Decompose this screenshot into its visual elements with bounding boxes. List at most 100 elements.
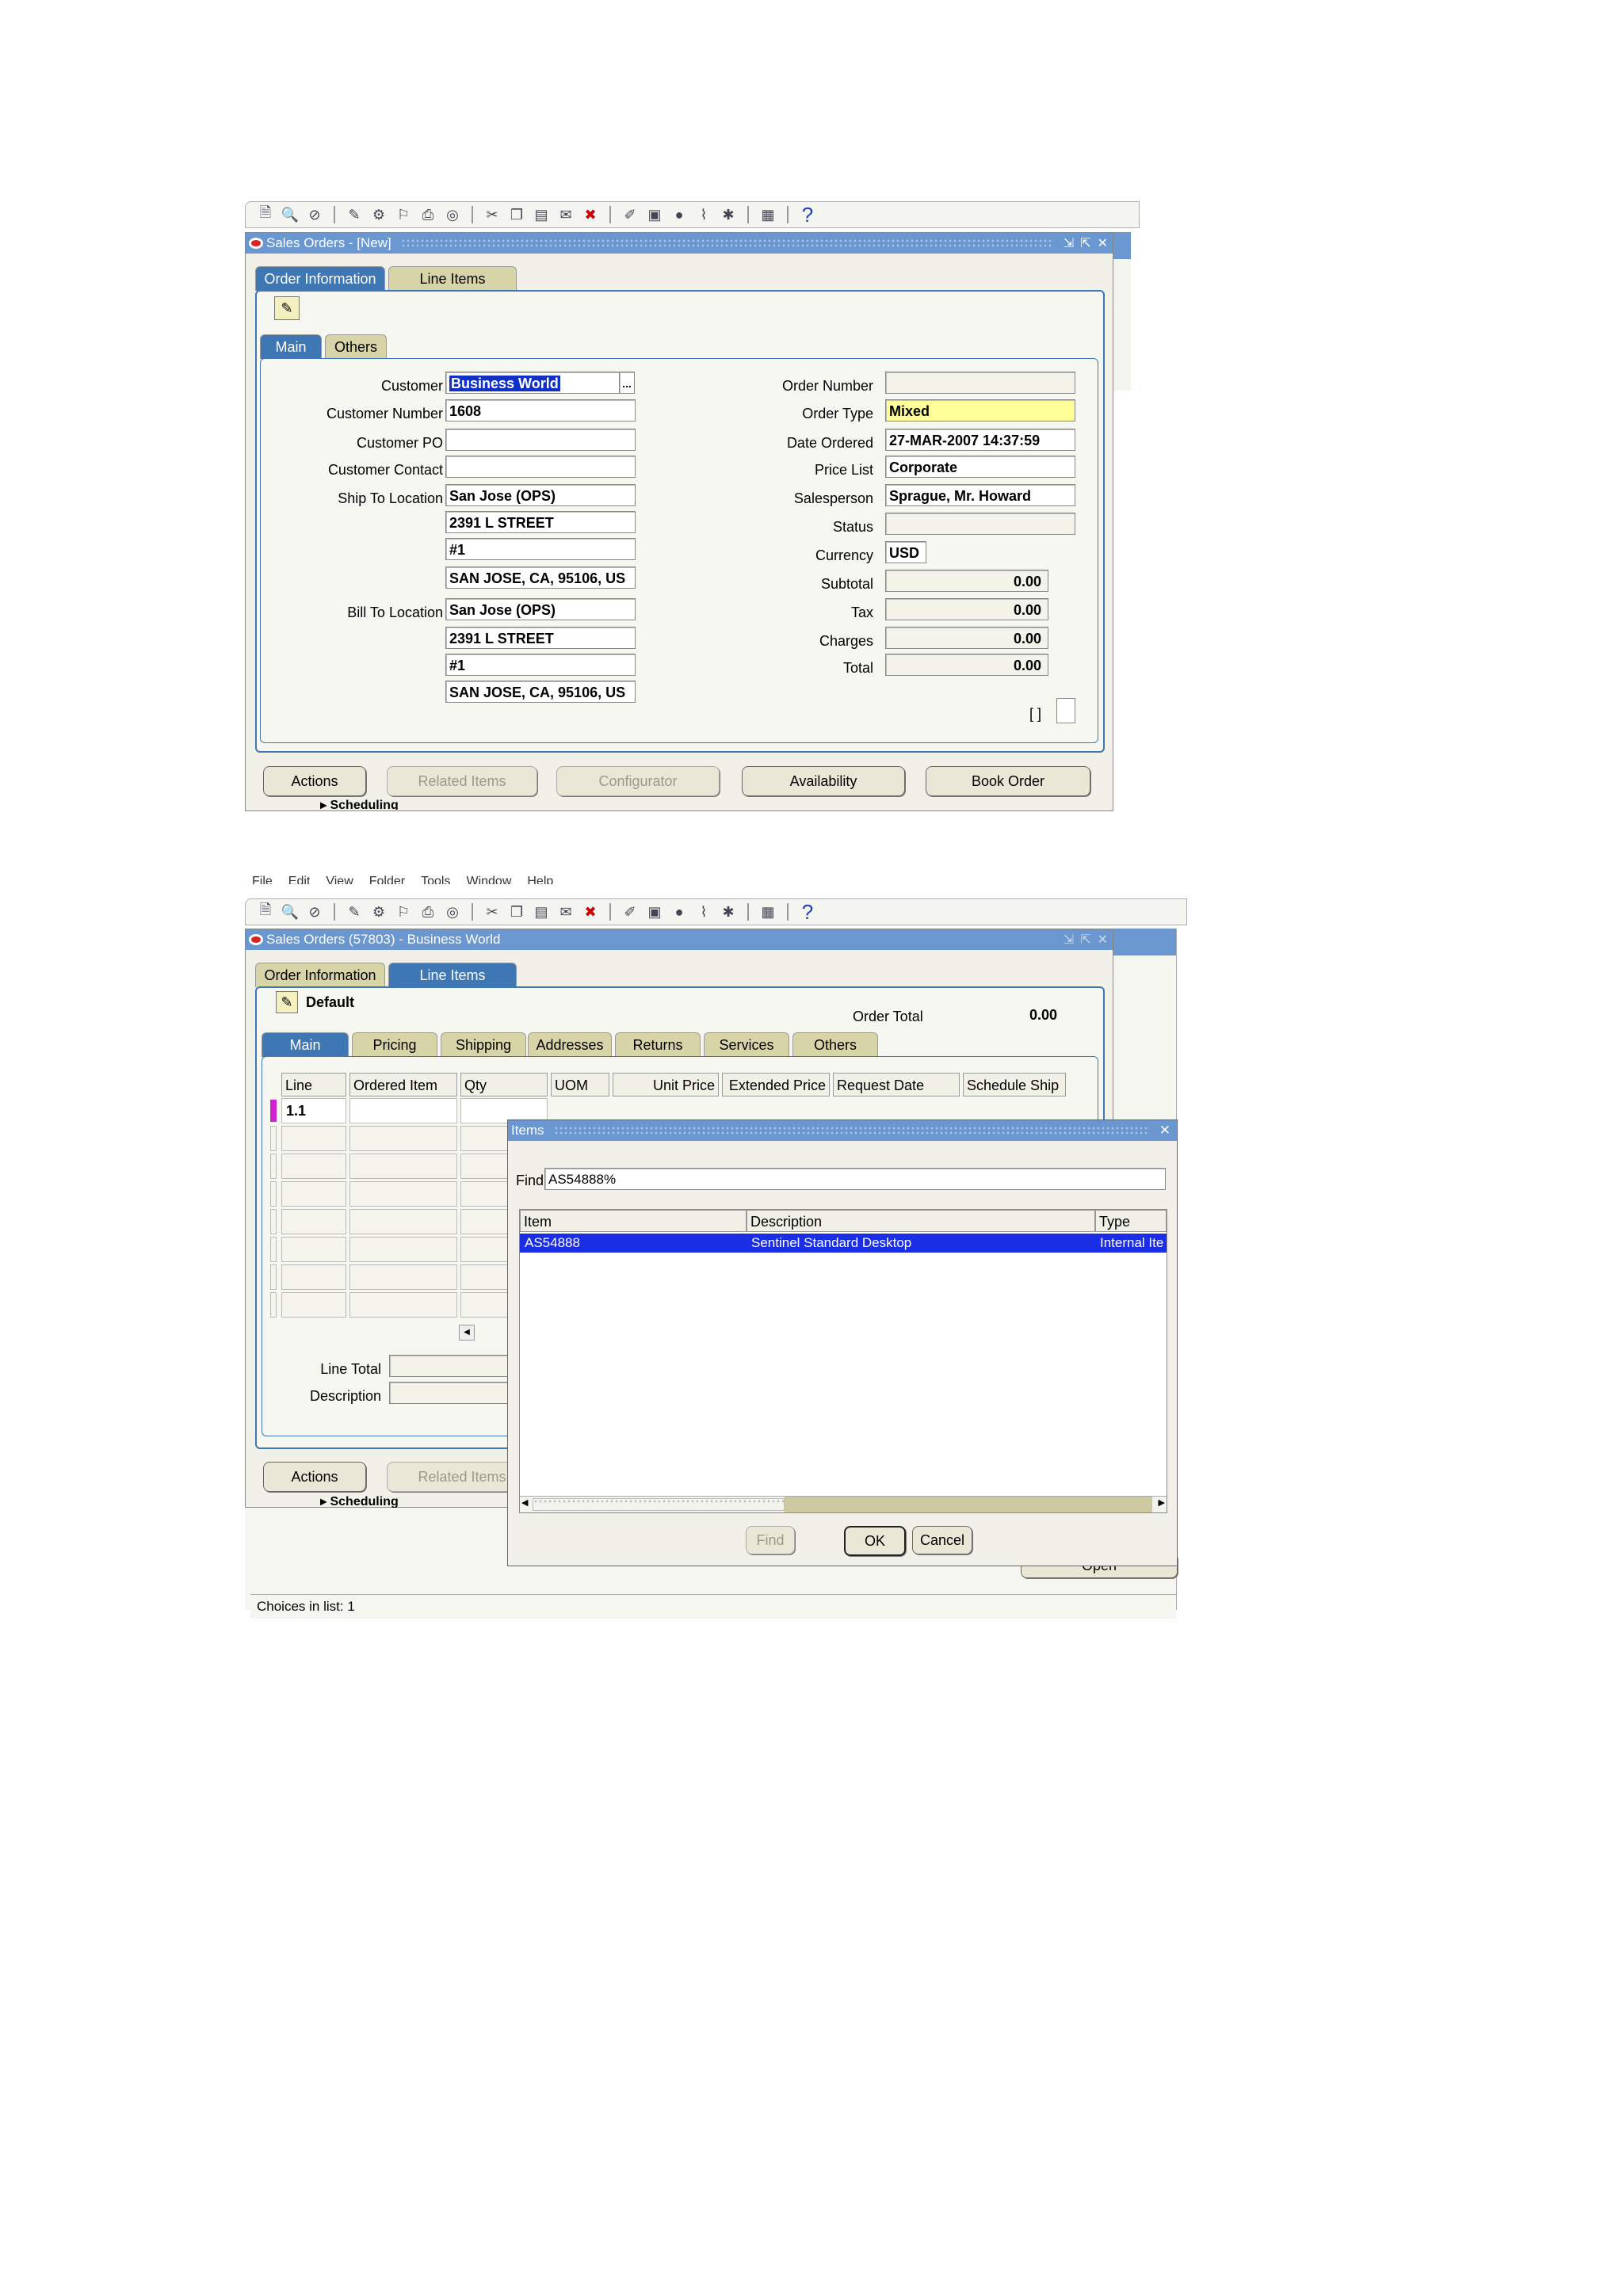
- tab-main[interactable]: Main: [260, 334, 322, 359]
- paste-icon[interactable]: ▤: [531, 902, 552, 922]
- tab-line-items[interactable]: Line Items: [388, 963, 517, 987]
- row-indicator[interactable]: [270, 1264, 277, 1290]
- copy-icon[interactable]: ❐: [506, 204, 527, 225]
- menu-window[interactable]: Window: [466, 875, 511, 884]
- grid-cell[interactable]: [349, 1292, 457, 1318]
- print-icon[interactable]: ⎙: [418, 902, 438, 922]
- grid-cell[interactable]: [281, 1264, 346, 1290]
- menu-tools[interactable]: Tools: [421, 875, 450, 884]
- grid-cell[interactable]: [281, 1209, 346, 1234]
- grid-cell[interactable]: [349, 1181, 457, 1207]
- find-button[interactable]: Find: [746, 1526, 795, 1554]
- grid-cell[interactable]: [281, 1154, 346, 1179]
- switch-responsibility-icon[interactable]: ⚐: [393, 204, 414, 225]
- maximize-icon[interactable]: ⇱: [1080, 932, 1090, 948]
- customer-field[interactable]: Business World: [445, 372, 620, 394]
- attachments-icon[interactable]: ⌇: [693, 204, 714, 225]
- cut-icon[interactable]: ✂: [482, 902, 502, 922]
- switch-responsibility-icon[interactable]: ⚐: [393, 902, 414, 922]
- paste-icon[interactable]: ▤: [531, 204, 552, 225]
- tab-others[interactable]: Others: [325, 334, 387, 359]
- date-ordered-field[interactable]: 27-MAR-2007 14:37:59: [885, 429, 1075, 451]
- customer-contact-field[interactable]: [445, 456, 636, 478]
- close-form-icon[interactable]: ◎: [442, 204, 463, 225]
- form-folder-icon[interactable]: ✎: [274, 296, 300, 320]
- customer-po-field[interactable]: [445, 429, 636, 451]
- close-icon[interactable]: ✕: [1098, 235, 1108, 251]
- scroll-right-icon[interactable]: ▶: [1159, 1497, 1165, 1508]
- edit-field-icon[interactable]: ✐: [620, 902, 640, 922]
- translations-icon[interactable]: ●: [669, 204, 689, 225]
- zoom-icon[interactable]: ▣: [644, 902, 665, 922]
- window-help-icon[interactable]: ▦: [758, 204, 778, 225]
- print-icon[interactable]: ⎙: [418, 204, 438, 225]
- first-line-number[interactable]: 1.1: [286, 1103, 306, 1119]
- clear-record-icon[interactable]: ✉: [556, 204, 576, 225]
- navigator-icon[interactable]: ⊘: [304, 902, 325, 922]
- zoom-icon[interactable]: ▣: [644, 204, 665, 225]
- grid-cell[interactable]: [349, 1098, 457, 1123]
- next-step-icon[interactable]: ⚙: [369, 902, 389, 922]
- menu-view[interactable]: View: [326, 875, 353, 884]
- menu-help[interactable]: Help: [527, 875, 553, 884]
- bill-to-line1[interactable]: San Jose (OPS): [445, 598, 636, 620]
- find-icon[interactable]: 🔍: [280, 204, 300, 225]
- tab-shipping[interactable]: Shipping: [441, 1032, 526, 1057]
- tab-returns[interactable]: Returns: [615, 1032, 701, 1057]
- ok-button[interactable]: OK: [844, 1526, 906, 1556]
- customer-lov-button[interactable]: ...: [619, 372, 635, 394]
- delete-record-icon[interactable]: ✖: [580, 204, 601, 225]
- dff-field[interactable]: [1056, 698, 1075, 723]
- clear-record-icon[interactable]: ✉: [556, 902, 576, 922]
- salesperson-field[interactable]: Sprague, Mr. Howard: [885, 484, 1075, 506]
- price-list-field[interactable]: Corporate: [885, 456, 1075, 478]
- row-indicator[interactable]: [270, 1237, 277, 1262]
- edit-field-icon[interactable]: ✐: [620, 204, 640, 225]
- tab-order-information[interactable]: Order Information: [255, 266, 385, 291]
- grid-cell[interactable]: [349, 1209, 457, 1234]
- help-icon[interactable]: ?: [797, 900, 818, 924]
- ship-to-line1[interactable]: San Jose (OPS): [445, 484, 636, 506]
- help-icon[interactable]: ?: [797, 203, 818, 227]
- configurator-button[interactable]: Configurator: [556, 766, 720, 796]
- cancel-button[interactable]: Cancel: [912, 1526, 972, 1554]
- cut-icon[interactable]: ✂: [482, 204, 502, 225]
- book-order-button[interactable]: Book Order: [926, 766, 1090, 796]
- grid-cell[interactable]: [349, 1237, 457, 1262]
- tab-others[interactable]: Others: [792, 1032, 878, 1057]
- menu-file[interactable]: File: [252, 875, 273, 884]
- tab-main[interactable]: Main: [262, 1032, 349, 1057]
- grid-cell[interactable]: [349, 1154, 457, 1179]
- dialog-close-icon[interactable]: ✕: [1159, 1123, 1177, 1138]
- translations-icon[interactable]: ●: [669, 902, 689, 922]
- save-icon[interactable]: ✎: [344, 902, 365, 922]
- find-icon[interactable]: 🔍: [280, 902, 300, 922]
- attachments-icon[interactable]: ⌇: [693, 902, 714, 922]
- order-type-field[interactable]: Mixed: [885, 399, 1075, 421]
- folder-tools-icon[interactable]: ✱: [718, 902, 739, 922]
- grid-cell[interactable]: [281, 1292, 346, 1318]
- row-indicator[interactable]: [270, 1154, 277, 1179]
- grid-cell[interactable]: [349, 1264, 457, 1290]
- folder-tools-icon[interactable]: ✱: [718, 204, 739, 225]
- result-row[interactable]: AS54888 Sentinel Standard Desktop Intern…: [520, 1234, 1167, 1253]
- save-icon[interactable]: ✎: [344, 204, 365, 225]
- scroll-thumb[interactable]: [533, 1498, 785, 1511]
- next-step-icon[interactable]: ⚙: [369, 204, 389, 225]
- tab-order-information[interactable]: Order Information: [255, 963, 385, 987]
- delete-record-icon[interactable]: ✖: [580, 902, 601, 922]
- grid-cell[interactable]: [281, 1181, 346, 1207]
- maximize-icon[interactable]: ⇱: [1080, 235, 1090, 251]
- grid-cell[interactable]: [349, 1126, 457, 1151]
- grid-cell[interactable]: [281, 1237, 346, 1262]
- scroll-left-icon[interactable]: ◀: [521, 1497, 528, 1508]
- new-icon[interactable]: 🗎: [255, 204, 276, 225]
- row-indicator[interactable]: [270, 1181, 277, 1207]
- navigator-icon[interactable]: ⊘: [304, 204, 325, 225]
- minimize-icon[interactable]: ⇲: [1064, 932, 1074, 948]
- new-icon[interactable]: 🗎: [255, 902, 276, 922]
- close-form-icon[interactable]: ◎: [442, 902, 463, 922]
- row-indicator[interactable]: [270, 1126, 277, 1151]
- actions-button[interactable]: Actions: [263, 1462, 366, 1492]
- find-input[interactable]: AS54888%: [544, 1168, 1166, 1190]
